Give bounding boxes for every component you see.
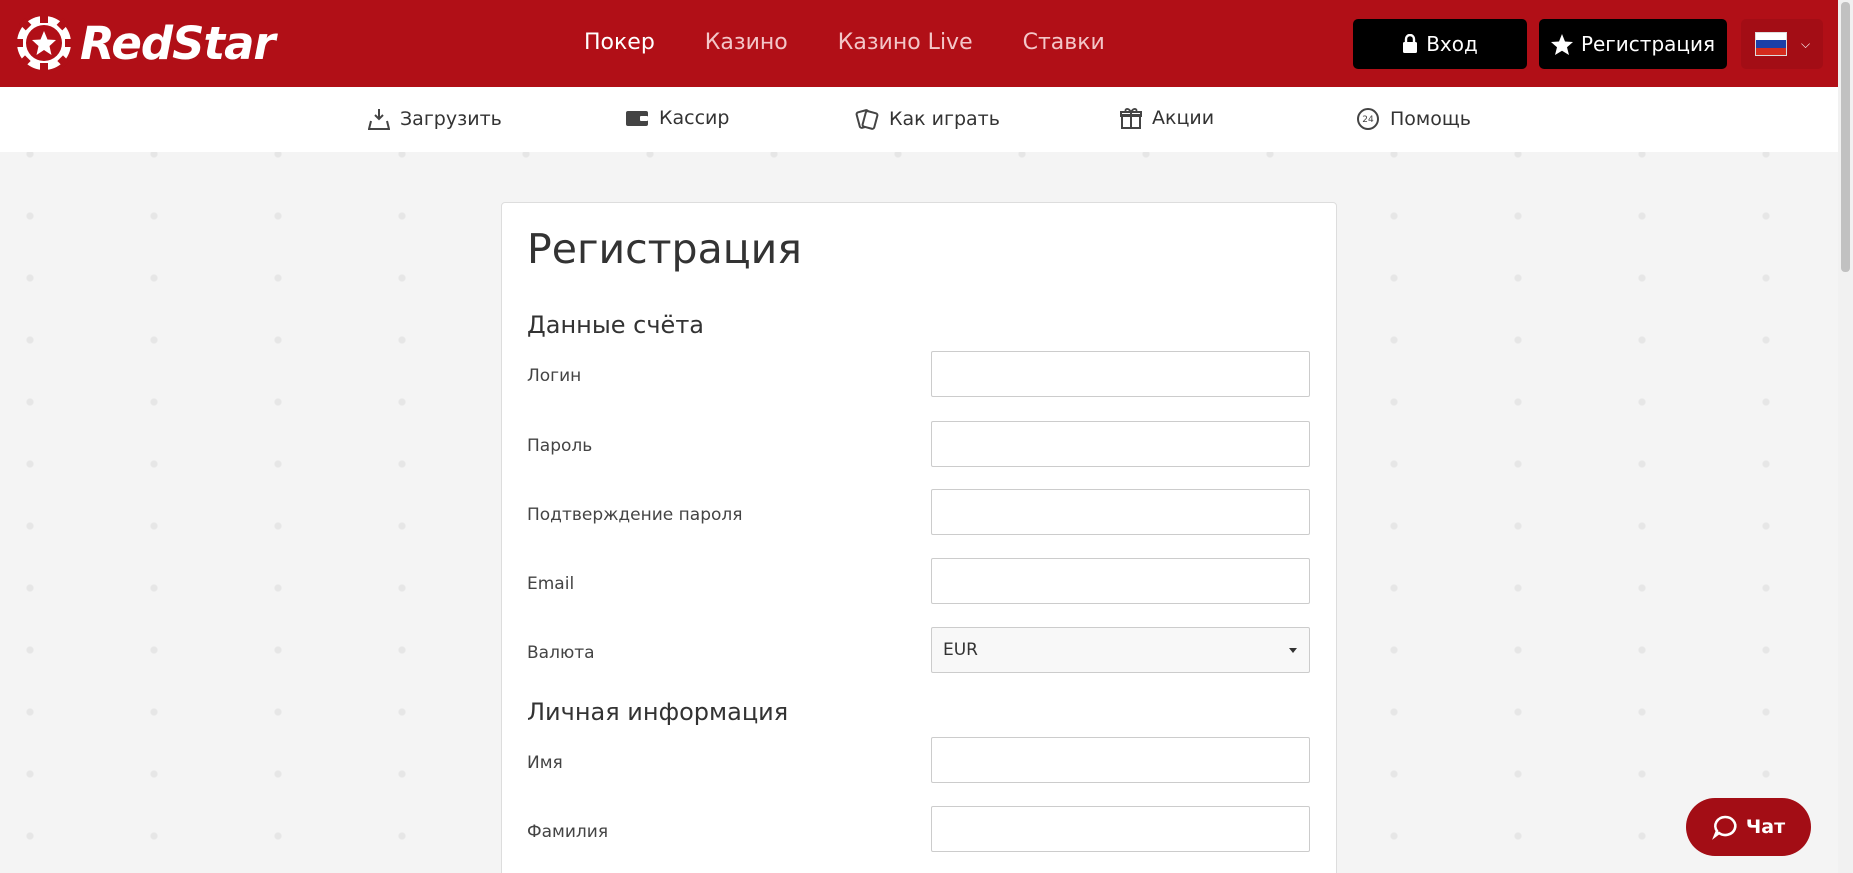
last-name-label: Фамилия xyxy=(527,822,609,842)
nav-casino[interactable]: Казино xyxy=(705,30,788,55)
currency-value: EUR xyxy=(943,640,978,660)
currency-label: Валюта xyxy=(527,643,595,663)
login-button[interactable]: Вход xyxy=(1353,19,1527,69)
page-title: Регистрация xyxy=(527,225,802,273)
download-icon xyxy=(368,109,390,130)
currency-select[interactable]: EUR xyxy=(931,627,1310,673)
registration-form: Регистрация Данные счёта Логин Пароль По… xyxy=(501,202,1337,873)
section-account-title: Данные счёта xyxy=(527,311,705,339)
nav-poker[interactable]: Покер xyxy=(584,30,655,55)
nav-casino-live[interactable]: Казино Live xyxy=(838,30,973,55)
login-label: Вход xyxy=(1426,32,1478,56)
email-label: Email xyxy=(527,574,575,594)
russia-flag-icon xyxy=(1755,32,1787,56)
support-24-icon: 24 xyxy=(1357,108,1379,130)
caret-down-icon xyxy=(1289,648,1297,653)
email-input[interactable] xyxy=(931,558,1310,604)
wallet-icon xyxy=(626,111,648,126)
svg-text:24: 24 xyxy=(1362,115,1374,125)
page-scrollbar[interactable] xyxy=(1838,0,1853,873)
gift-icon xyxy=(1120,108,1142,129)
logo[interactable]: RedStar xyxy=(14,14,276,72)
login-label: Логин xyxy=(527,366,582,386)
subnav-download[interactable]: Загрузить xyxy=(368,107,502,131)
password-confirm-input[interactable] xyxy=(931,489,1310,535)
chat-label: Чат xyxy=(1745,816,1786,838)
subnav-cashier[interactable]: Кассир xyxy=(625,107,729,129)
subnav-help-label: Помощь xyxy=(1390,108,1471,130)
password-label: Пароль xyxy=(527,436,593,456)
subnav-promotions-label: Акции xyxy=(1152,107,1215,129)
lock-icon xyxy=(1403,34,1418,53)
poker-chip-logo-icon xyxy=(14,14,74,72)
subnav-promotions[interactable]: Акции xyxy=(1120,107,1214,129)
chevron-down-icon: ⌵ xyxy=(1801,36,1811,51)
cards-icon xyxy=(855,109,879,130)
subnav-download-label: Загрузить xyxy=(400,108,502,130)
login-input[interactable] xyxy=(931,351,1310,397)
register-button[interactable]: Регистрация xyxy=(1539,19,1727,69)
register-label: Регистрация xyxy=(1580,32,1716,56)
last-name-input[interactable] xyxy=(931,806,1310,852)
secondary-nav: Загрузить Кассир Как играть Акции 24 Пом… xyxy=(0,87,1838,152)
subnav-help[interactable]: 24 Помощь xyxy=(1356,107,1471,131)
top-header: RedStar Покер Казино Казино Live Ставки … xyxy=(0,0,1838,87)
first-name-input[interactable] xyxy=(931,737,1310,783)
subnav-how-to-play[interactable]: Как играть xyxy=(855,107,1000,131)
star-icon xyxy=(1550,33,1573,55)
password-input[interactable] xyxy=(931,421,1310,467)
section-personal-title: Личная информация xyxy=(527,698,789,726)
logo-text: RedStar xyxy=(80,16,276,70)
language-selector[interactable]: ⌵ xyxy=(1741,19,1823,69)
main-nav: Покер Казино Казино Live Ставки xyxy=(584,30,1155,55)
nav-bets[interactable]: Ставки xyxy=(1023,30,1105,55)
subnav-cashier-label: Кассир xyxy=(659,107,730,129)
chat-button[interactable]: Чат xyxy=(1686,798,1811,856)
chat-bubble-icon xyxy=(1711,815,1737,840)
first-name-label: Имя xyxy=(527,753,563,773)
scrollbar-thumb[interactable] xyxy=(1841,2,1850,272)
subnav-how-to-play-label: Как играть xyxy=(889,108,1000,130)
password-confirm-label: Подтверждение пароля xyxy=(527,505,743,525)
